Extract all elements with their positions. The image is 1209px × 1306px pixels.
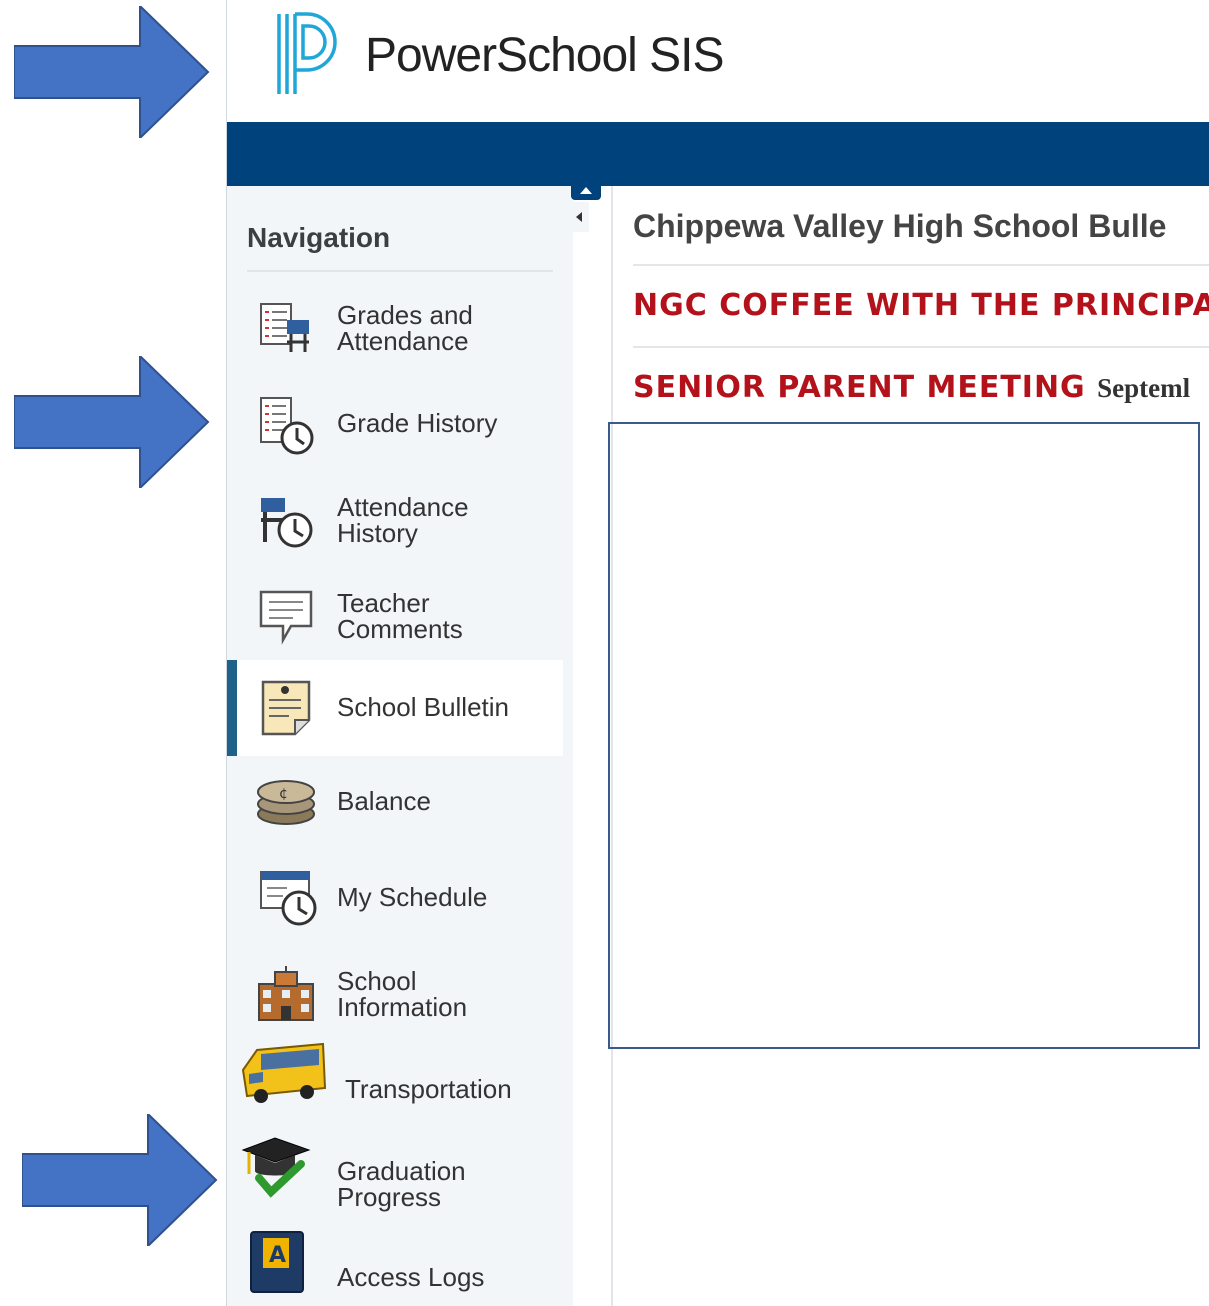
sidebar-item-school-information[interactable]: School Information	[245, 952, 563, 1040]
school-icon	[258, 966, 314, 1021]
sidebar-item-balance[interactable]: ¢ Balance	[245, 758, 563, 846]
bulletin-item[interactable]: NGC COFFEE WITH THE PRINCIPA	[633, 288, 1209, 323]
sidebar-item-grades-attendance[interactable]: Grades and Attendance	[245, 286, 563, 374]
sidebar-item-label: Attendance History	[337, 492, 469, 548]
bulletin-item-title: NGC COFFEE WITH THE PRINCIPA	[633, 288, 1209, 323]
app-header: PowerSchool SIS	[227, 0, 1209, 122]
sidebar-item-transportation[interactable]: Transportation	[241, 1040, 563, 1130]
sidebar-item-teacher-comments[interactable]: Teacher Comments	[245, 574, 563, 662]
bulletin-icon	[261, 680, 311, 736]
sidebar-item-school-bulletin[interactable]: School Bulletin	[227, 660, 563, 756]
sidebar-item-label: Transportation	[345, 1074, 512, 1104]
sidebar-item-graduation-progress[interactable]: Graduation Progress	[241, 1134, 563, 1214]
page-title: Chippewa Valley High School Bulle	[633, 208, 1167, 244]
sidebar-item-label: Graduation Progress	[337, 1156, 466, 1212]
divider	[633, 264, 1209, 266]
bus-icon	[241, 1042, 327, 1103]
divider	[633, 346, 1209, 348]
annotation-arrow-bottom	[22, 1114, 218, 1246]
active-indicator	[227, 660, 237, 756]
annotation-arrow-middle	[14, 356, 210, 488]
navigation-heading: Navigation	[247, 222, 391, 253]
sidebar-item-label: School Information	[337, 966, 468, 1022]
schedule-icon	[260, 871, 317, 926]
sidebar-item-my-schedule[interactable]: My Schedule	[245, 854, 563, 942]
sidebar-item-label: School Bulletin	[337, 692, 509, 722]
bulletin-item-date: Septeml	[1097, 373, 1191, 403]
brand-title: PowerSchool SIS	[365, 29, 725, 82]
graduation-cap-icon	[241, 1137, 311, 1198]
access-log-icon: A	[250, 1231, 304, 1293]
grades-icon	[260, 303, 309, 352]
sidebar-item-label: Grades and Attendance	[337, 300, 473, 356]
coins-icon: ¢	[257, 780, 315, 825]
sidebar-item-label: Teacher Comments	[337, 588, 463, 644]
bulletin-item-title: SENIOR PARENT MEETING	[633, 370, 1086, 405]
top-nav-bar	[227, 122, 1209, 186]
sidebar: Navigation Grades and Attendance Grade H…	[227, 186, 573, 1306]
sidebar-item-label: Balance	[337, 786, 431, 816]
sidebar-item-attendance-history[interactable]: Attendance History	[245, 478, 563, 566]
bulletin-item[interactable]: SENIOR PARENT MEETING Septeml	[633, 370, 1190, 405]
svg-text:A: A	[269, 1243, 286, 1268]
collapse-sidebar-button[interactable]	[571, 180, 601, 236]
annotation-highlight-box	[608, 422, 1200, 1049]
sidebar-item-grade-history[interactable]: Grade History	[245, 382, 563, 470]
comment-icon	[259, 590, 313, 645]
powerschool-logo-icon[interactable]	[273, 10, 343, 98]
annotation-arrow-top	[14, 6, 210, 138]
svg-text:¢: ¢	[279, 786, 288, 802]
divider	[247, 270, 553, 272]
sidebar-item-label: Grade History	[337, 408, 498, 438]
sidebar-item-access-logs[interactable]: A Access Logs	[245, 1226, 563, 1306]
grade-history-icon	[260, 397, 314, 455]
sidebar-item-label: My Schedule	[337, 882, 488, 912]
sidebar-item-label: Access Logs	[337, 1262, 485, 1292]
attendance-history-icon	[261, 498, 313, 548]
